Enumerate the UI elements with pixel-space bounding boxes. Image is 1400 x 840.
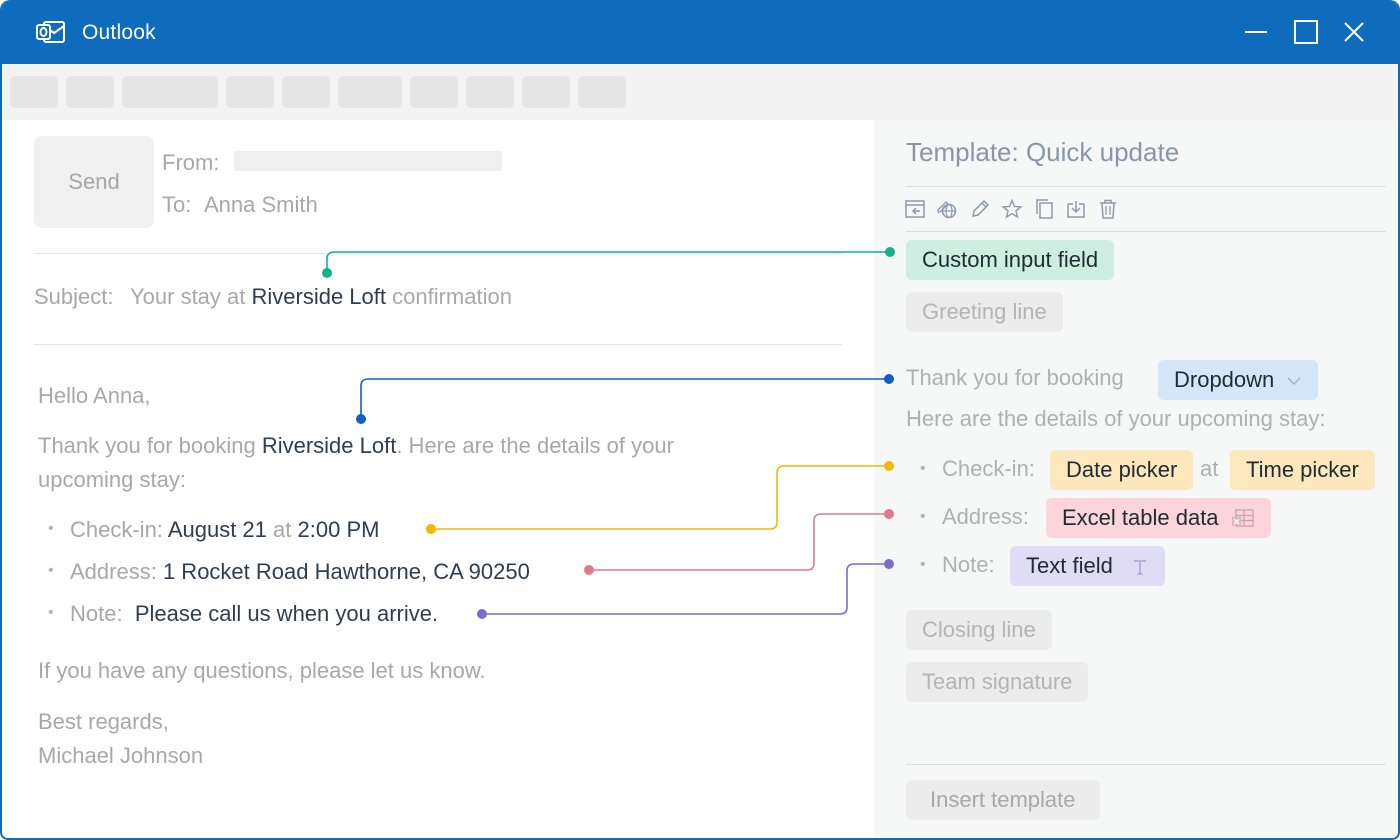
- minimize-icon[interactable]: [1242, 18, 1270, 46]
- trash-icon[interactable]: [1097, 198, 1119, 220]
- ribbon-button[interactable]: [578, 76, 626, 108]
- chevron-down-icon: [1287, 377, 1301, 386]
- ribbon-button[interactable]: [466, 76, 514, 108]
- dropdown-label: Dropdown: [1174, 367, 1275, 392]
- subject-suffix: confirmation: [386, 284, 512, 309]
- send-button[interactable]: Send: [34, 136, 154, 228]
- note-label: Note:: [70, 601, 123, 626]
- excel-table-data-label: Excel table data: [1062, 505, 1219, 530]
- thanks-suffix: . Here are the details of your: [396, 433, 674, 458]
- dropdown-chip[interactable]: Dropdown: [1158, 360, 1319, 400]
- from-label: From:: [162, 150, 220, 175]
- template-pane: Template: Quick update Custom input fiel…: [874, 120, 1398, 838]
- excel-table-icon: [1231, 509, 1254, 527]
- questions-text: If you have any questions, please let us…: [38, 658, 486, 683]
- thanks-text: Thank you for booking: [906, 365, 1124, 390]
- details-text: Here are the details of your upcoming st…: [906, 406, 1326, 431]
- download-icon[interactable]: [1065, 198, 1087, 220]
- to-label: To:: [162, 192, 192, 217]
- address-line: Address: 1 Rocket Road Hawthorne, CA 902…: [70, 555, 530, 589]
- bullet-dot: •: [920, 508, 926, 525]
- closing-text: Best regards,: [38, 709, 169, 734]
- star-icon[interactable]: [1001, 198, 1023, 220]
- checkin-label: Check-in:: [942, 456, 1035, 481]
- divider: [34, 344, 842, 345]
- to-field[interactable]: Anna Smith: [204, 192, 318, 218]
- text-format-icon: [1133, 560, 1146, 575]
- subject-prefix: Your stay at: [130, 284, 252, 309]
- signature-text: Michael Johnson: [38, 743, 204, 768]
- from-field[interactable]: [234, 151, 502, 171]
- outlook-logo-icon: [36, 21, 65, 43]
- greeting-text: Hello Anna,: [38, 383, 151, 408]
- app-title: Outlook: [82, 21, 156, 44]
- checkin-label: Check-in:: [70, 517, 163, 542]
- pencil-icon[interactable]: [969, 198, 991, 220]
- checkin-at: at: [273, 517, 292, 542]
- note-value: Please call us when you arrive.: [134, 601, 439, 626]
- at-text: at: [1200, 456, 1219, 481]
- maximize-icon[interactable]: [1292, 18, 1320, 46]
- subject-property-name: Riverside Loft: [251, 284, 386, 309]
- excel-table-data-chip[interactable]: Excel table data: [1046, 498, 1271, 538]
- time-picker-chip[interactable]: Time picker: [1230, 450, 1375, 490]
- ribbon-toolbar: [2, 64, 1398, 120]
- note-line: Note: Please call us when you arrive.: [70, 597, 438, 631]
- greeting-line-chip[interactable]: Greeting line: [906, 292, 1063, 332]
- divider: [34, 253, 842, 254]
- title-bar: Outlook: [2, 0, 1398, 64]
- custom-input-field-chip[interactable]: Custom input field: [906, 240, 1115, 280]
- bullet-dot: •: [48, 562, 54, 579]
- team-signature-chip[interactable]: Team signature: [906, 662, 1089, 702]
- insert-icon[interactable]: [904, 198, 926, 220]
- template-title: Template: Quick update: [906, 137, 1180, 167]
- closing-line-chip[interactable]: Closing line: [906, 610, 1052, 650]
- address-label: Address:: [942, 504, 1029, 529]
- checkin-time: 2:00 PM: [297, 517, 380, 542]
- subject-label: Subject:: [34, 284, 114, 309]
- checkin-line: Check-in: August 21 at 2:00 PM: [70, 513, 379, 547]
- ribbon-button[interactable]: [226, 76, 274, 108]
- ribbon-button[interactable]: [10, 76, 58, 108]
- thanks-prefix: Thank you for booking: [38, 433, 262, 458]
- address-value: 1 Rocket Road Hawthorne, CA 90250: [162, 559, 530, 584]
- insert-template-button[interactable]: Insert template: [906, 780, 1100, 820]
- ribbon-button[interactable]: [338, 76, 402, 108]
- ribbon-button[interactable]: [66, 76, 114, 108]
- thanks-property-name: Riverside Loft: [261, 433, 397, 458]
- close-icon[interactable]: [1340, 18, 1368, 46]
- text-field-label: Text field: [1026, 553, 1113, 578]
- ribbon-button[interactable]: [282, 76, 330, 108]
- address-label: Address:: [70, 559, 157, 584]
- thanks-text-line2: upcoming stay:: [38, 467, 186, 492]
- ribbon-button[interactable]: [522, 76, 570, 108]
- compose-pane: Send From: To: Anna Smith Subject: Your …: [2, 120, 874, 838]
- subject-field[interactable]: Your stay at Riverside Loft confirmation: [130, 284, 512, 310]
- text-field-chip[interactable]: Text field: [1010, 546, 1165, 586]
- globe-edit-icon[interactable]: [936, 198, 958, 220]
- ribbon-button[interactable]: [410, 76, 458, 108]
- bullet-dot: •: [48, 604, 54, 621]
- outlook-window: Outlook Send From: To: Anna Smith Subjec…: [0, 0, 1400, 840]
- divider: [906, 764, 1386, 765]
- copy-icon[interactable]: [1033, 198, 1055, 220]
- bullet-dot: •: [920, 460, 926, 477]
- note-label: Note:: [942, 552, 995, 577]
- bullet-dot: •: [48, 520, 54, 537]
- ribbon-button[interactable]: [122, 76, 218, 108]
- bullet-dot: •: [920, 556, 926, 573]
- divider: [906, 231, 1386, 232]
- thanks-text: Thank you for booking Riverside Loft. He…: [38, 429, 674, 463]
- divider: [906, 186, 1386, 187]
- checkin-date: August 21: [167, 517, 267, 542]
- date-picker-chip[interactable]: Date picker: [1050, 450, 1194, 490]
